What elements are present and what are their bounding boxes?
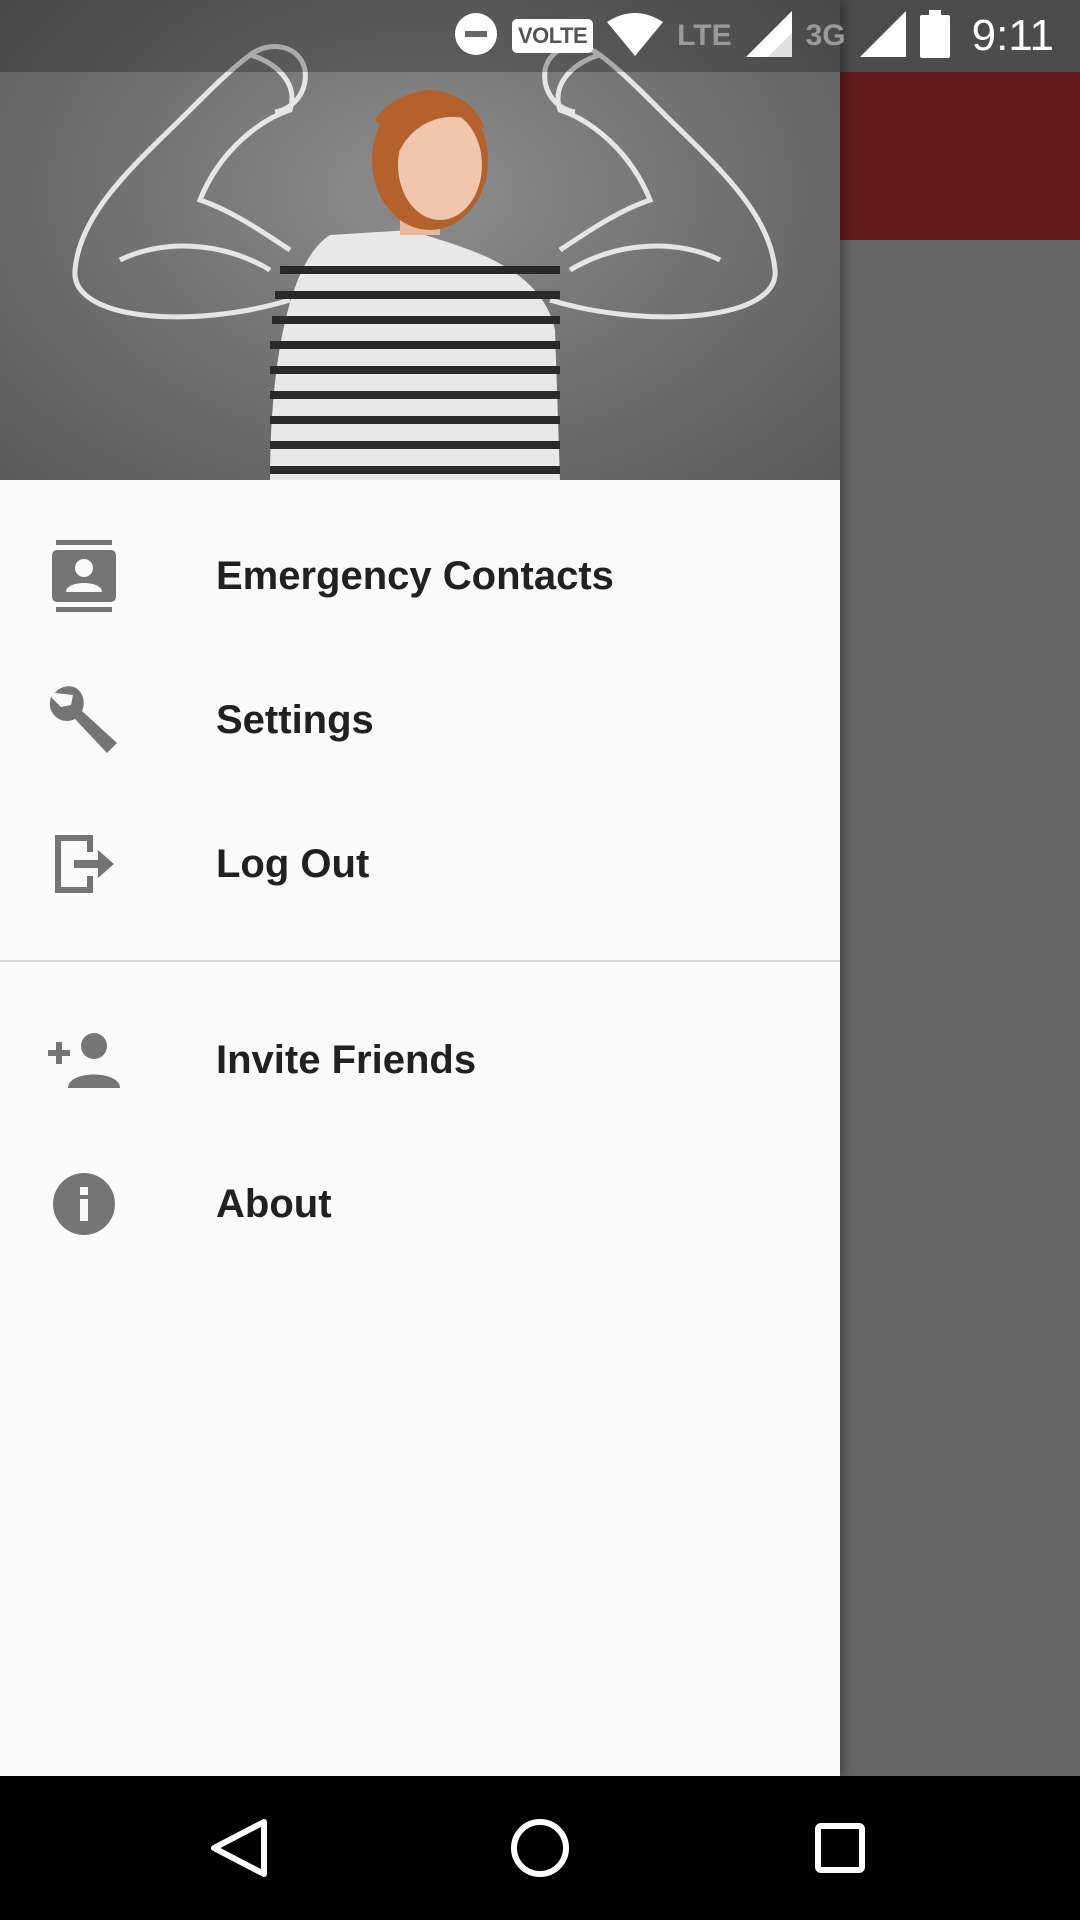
menu-item-log-out[interactable]: Log Out xyxy=(0,792,840,936)
wifi-icon xyxy=(607,12,664,61)
menu-item-emergency-contacts[interactable]: Emergency Contacts xyxy=(0,504,840,648)
contacts-icon xyxy=(48,540,120,612)
menu-item-invite-friends[interactable]: Invite Friends xyxy=(0,988,840,1132)
network-3g-label: 3G xyxy=(805,19,846,52)
menu-label-settings: Settings xyxy=(216,697,374,742)
back-icon[interactable] xyxy=(204,1812,276,1884)
signal-icon xyxy=(859,10,906,62)
signal-icon-1 xyxy=(745,10,792,62)
do-not-disturb-icon xyxy=(454,12,498,61)
recents-icon[interactable] xyxy=(804,1812,876,1884)
status-bar: VOLTE LTE 3G 9:11 xyxy=(0,0,1080,72)
battery-icon xyxy=(919,9,950,63)
volte-badge: VOLTE xyxy=(511,19,594,53)
home-icon[interactable] xyxy=(504,1812,576,1884)
menu-item-settings[interactable]: Settings xyxy=(0,648,840,792)
menu-divider xyxy=(0,960,840,962)
logout-icon xyxy=(48,828,120,900)
info-icon xyxy=(48,1168,120,1240)
menu-label-invite-friends: Invite Friends xyxy=(216,1037,477,1082)
menu-item-about[interactable]: About xyxy=(0,1132,840,1276)
navigation-drawer: Emergency Contacts Settings Log Out Invi… xyxy=(0,0,840,1776)
status-time: 9:11 xyxy=(971,11,1054,60)
menu-label-emergency-contacts: Emergency Contacts xyxy=(216,553,614,598)
menu-label-log-out: Log Out xyxy=(216,841,370,886)
menu-label-about: About xyxy=(216,1181,332,1226)
lte-label: LTE xyxy=(677,19,732,52)
wrench-icon xyxy=(48,684,120,756)
person-add-icon xyxy=(48,1024,120,1096)
system-navigation-bar xyxy=(0,1776,1080,1920)
drawer-header-image xyxy=(0,0,840,480)
